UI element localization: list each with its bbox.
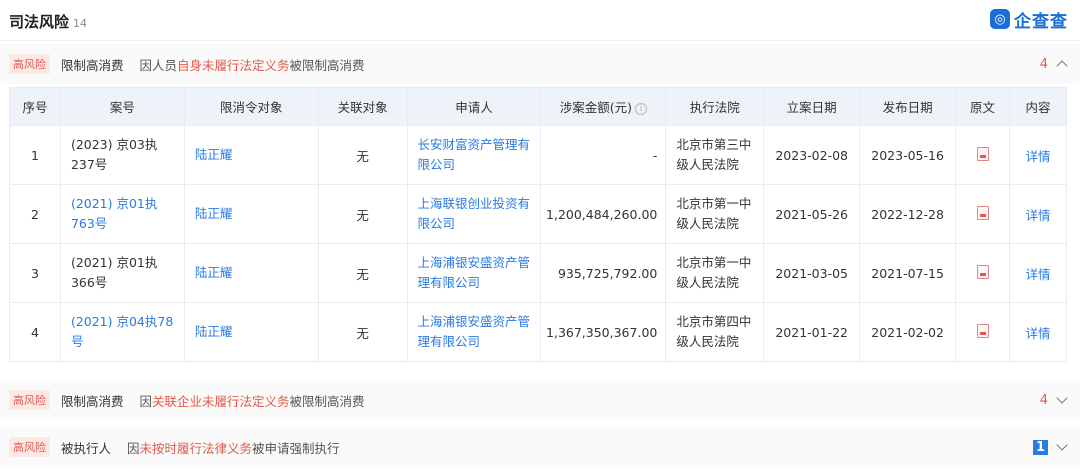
document-cell [955, 243, 1010, 303]
court: 北京市第一中级人民法院 [665, 184, 765, 244]
risk-section-1[interactable]: 高风险 限制高消费 因人员自身未履行法定义务被限制高消费 4 [0, 44, 1080, 84]
col-header: 案号 [59, 87, 185, 126]
row-number: 3 [9, 243, 61, 303]
section-header: 司法风险 14 ◎ 企查查 [0, 0, 1080, 38]
applicant-link[interactable]: 上海联银创业投资有限公司 [406, 184, 542, 244]
related-party: 无 [317, 184, 408, 244]
filed-date: 2021-03-05 [763, 243, 861, 303]
chevron-down-icon[interactable] [1056, 439, 1068, 451]
case-number[interactable]: (2021) 京04执78号 [59, 302, 185, 362]
row-number: 1 [9, 125, 61, 185]
risk-badge: 高风险 [9, 54, 50, 74]
published-date: 2023-05-16 [859, 125, 957, 185]
target-link[interactable]: 陆正耀 [183, 243, 319, 303]
related-party: 无 [317, 125, 408, 185]
risk-type: 被执行人 [61, 440, 112, 456]
published-date: 2021-07-15 [859, 243, 957, 303]
risk-badge: 高风险 [9, 437, 50, 457]
table-row: 4 (2021) 京04执78号 陆正耀 无 上海浦银安盛资产管理有限公司 1,… [9, 302, 1068, 362]
table-row: 1 (2023) 京03执237号 陆正耀 无 长安财富资产管理有限公司 - 北… [9, 125, 1068, 185]
risk-section-2[interactable]: 高风险 限制高消费 因关联企业未履行法定义务被限制高消费 4 [0, 380, 1080, 420]
col-header: 涉案金额(元) i [540, 87, 667, 126]
table-header-row: 序号 案号 限消令对象 关联对象 申请人 涉案金额(元) i 执行法院 立案日期 … [9, 87, 1068, 126]
filed-date: 2021-01-22 [763, 302, 861, 362]
pdf-icon[interactable] [976, 146, 989, 161]
detail-link[interactable]: 详情 [1008, 302, 1068, 362]
filed-date: 2023-02-08 [763, 125, 861, 185]
section-count: 4 [1039, 56, 1048, 72]
table-row: 2 (2021) 京01执763号 陆正耀 无 上海联银创业投资有限公司 1,2… [9, 184, 1068, 244]
amount: 935,725,792.00 [540, 243, 667, 303]
related-party: 无 [317, 302, 408, 362]
page-title: 司法风险 14 [9, 13, 88, 31]
row-number: 2 [9, 184, 61, 244]
detail-link[interactable]: 详情 [1008, 184, 1068, 244]
applicant-link[interactable]: 上海浦银安盛资产管理有限公司 [406, 302, 542, 362]
detail-link[interactable]: 详情 [1008, 243, 1068, 303]
risk-description: 因未按时履行法律义务被申请强制执行 [127, 440, 340, 456]
detail-link[interactable]: 详情 [1008, 125, 1068, 185]
case-number: (2021) 京01执366号 [59, 243, 185, 303]
amount: - [540, 125, 667, 185]
section-count: 4 [1039, 392, 1048, 408]
col-header: 发布日期 [859, 87, 957, 126]
risk-description: 因关联企业未履行法定义务被限制高消费 [139, 393, 365, 409]
risk-count: 14 [73, 17, 88, 30]
pdf-icon[interactable] [976, 205, 989, 220]
filed-date: 2021-05-26 [763, 184, 861, 244]
col-header: 关联对象 [317, 87, 408, 126]
risk-type: 限制高消费 [61, 393, 124, 409]
target-link[interactable]: 陆正耀 [183, 125, 319, 185]
document-cell [955, 184, 1010, 244]
table-row: 3 (2021) 京01执366号 陆正耀 无 上海浦银安盛资产管理有限公司 9… [9, 243, 1068, 303]
logo-text: 企查查 [1014, 11, 1068, 32]
court: 北京市第一中级人民法院 [665, 243, 765, 303]
court: 北京市第四中级人民法院 [665, 302, 765, 362]
document-cell [955, 125, 1010, 185]
col-header: 内容 [1008, 87, 1068, 126]
divider [0, 40, 1080, 41]
section-count: 1 [1032, 439, 1048, 455]
case-number[interactable]: (2021) 京01执763号 [59, 184, 185, 244]
applicant-link[interactable]: 长安财富资产管理有限公司 [406, 125, 542, 185]
risk-type: 限制高消费 [61, 57, 124, 73]
col-header: 立案日期 [763, 87, 861, 126]
col-header: 申请人 [406, 87, 542, 126]
row-number: 4 [9, 302, 61, 362]
document-cell [955, 302, 1010, 362]
pdf-icon[interactable] [976, 264, 989, 279]
target-link[interactable]: 陆正耀 [183, 184, 319, 244]
chevron-down-icon[interactable] [1056, 392, 1068, 404]
risk-description: 因人员自身未履行法定义务被限制高消费 [139, 57, 365, 73]
related-party: 无 [317, 243, 408, 303]
case-number: (2023) 京03执237号 [59, 125, 185, 185]
col-header: 原文 [955, 87, 1010, 126]
amount: 1,367,350,367.00 [540, 302, 667, 362]
col-header: 序号 [9, 87, 61, 126]
info-icon[interactable]: i [634, 102, 647, 115]
col-header: 执行法院 [665, 87, 765, 126]
court: 北京市第三中级人民法院 [665, 125, 765, 185]
chevron-up-icon[interactable] [1056, 60, 1068, 72]
logo: ◎ 企查查 [990, 7, 1068, 32]
pdf-icon[interactable] [976, 323, 989, 338]
published-date: 2021-02-02 [859, 302, 957, 362]
logo-icon: ◎ [990, 9, 1010, 29]
col-header: 限消令对象 [183, 87, 319, 126]
risk-section-3[interactable]: 高风险 被执行人 因未按时履行法律义务被申请强制执行 1 [0, 427, 1080, 467]
published-date: 2022-12-28 [859, 184, 957, 244]
risk-badge: 高风险 [9, 390, 50, 410]
restriction-table: 序号 案号 限消令对象 关联对象 申请人 涉案金额(元) i 执行法院 立案日期 … [9, 87, 1068, 362]
applicant-link[interactable]: 上海浦银安盛资产管理有限公司 [406, 243, 542, 303]
target-link[interactable]: 陆正耀 [183, 302, 319, 362]
amount: 1,200,484,260.00 [540, 184, 667, 244]
